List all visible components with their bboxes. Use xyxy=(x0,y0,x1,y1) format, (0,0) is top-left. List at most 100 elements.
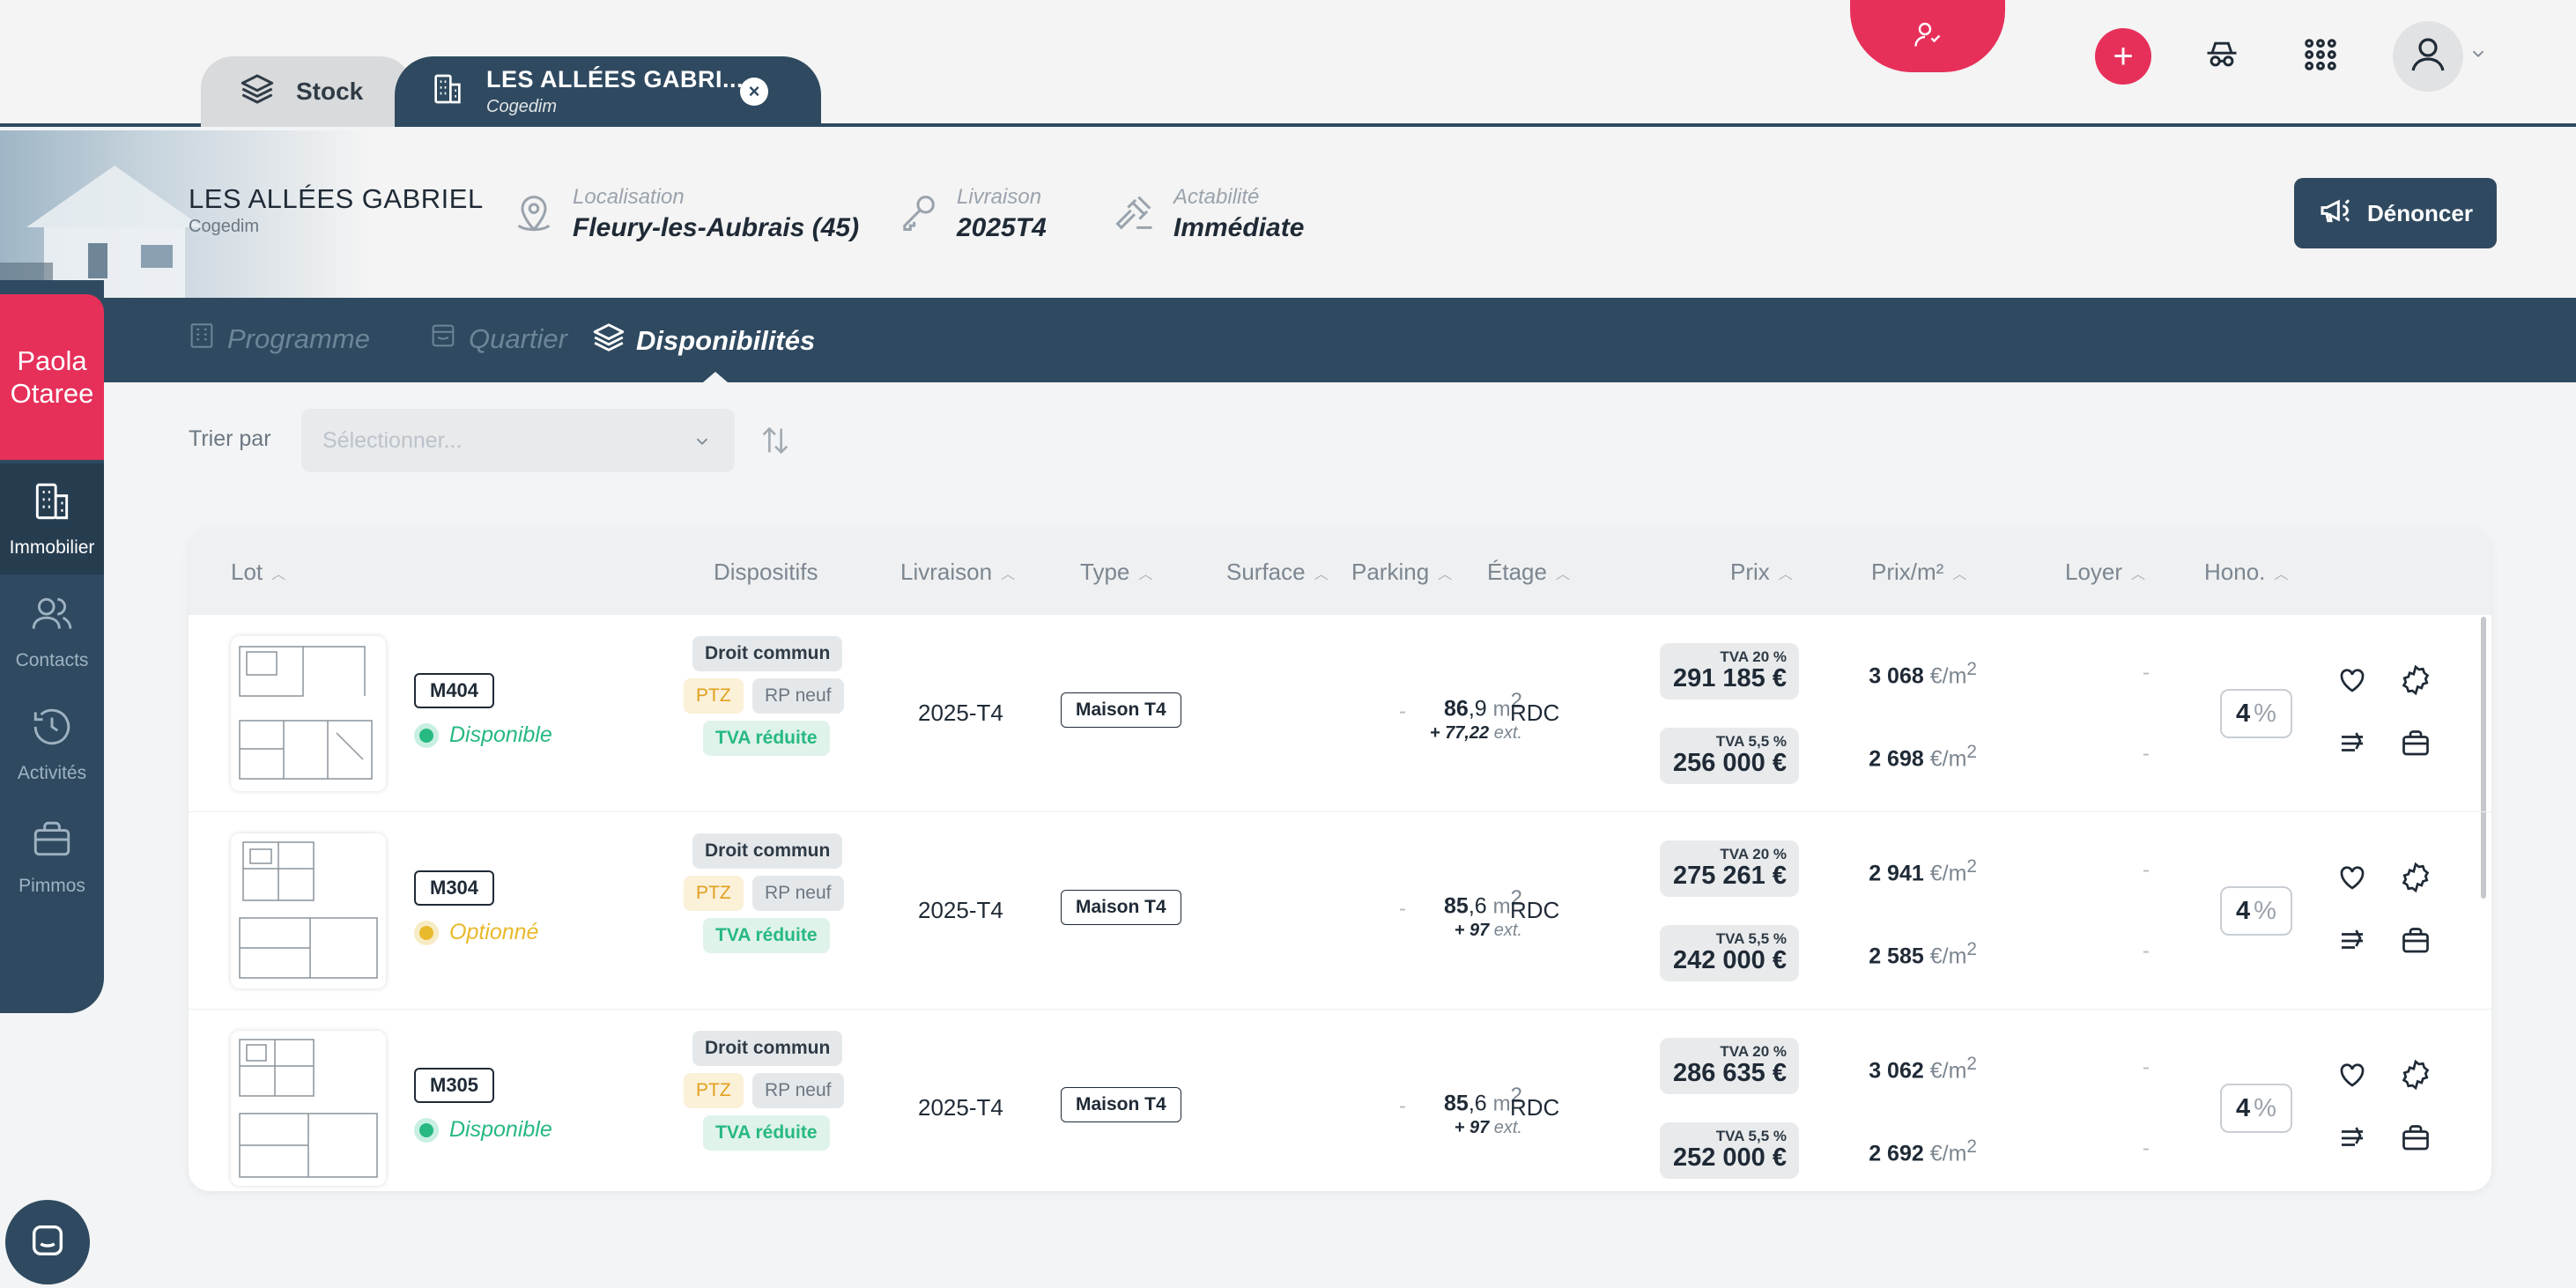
add-button[interactable]: + xyxy=(2095,28,2151,85)
table-row[interactable]: M304 Optionné Droit commun PTZ RP neuf T… xyxy=(189,812,2491,1010)
sidebar-item-activites[interactable]: Activités xyxy=(0,689,104,800)
tab-disponibilites[interactable]: Disponibilités xyxy=(592,321,815,361)
building-icon xyxy=(30,479,74,529)
hono-number: 4 xyxy=(2236,1093,2251,1122)
floor-plan-thumbnail[interactable] xyxy=(231,636,386,791)
livraison-value: 2025T4 xyxy=(957,213,1047,242)
ppm-unit: €/m xyxy=(1929,1141,1967,1166)
tab-quartier[interactable]: Quartier xyxy=(428,321,567,358)
user-chip[interactable]: Paola Otaree xyxy=(0,294,104,460)
sort-caret-icon: ︿ xyxy=(1001,566,1016,582)
sort-select[interactable]: Sélectionner... xyxy=(301,409,735,472)
location-icon xyxy=(511,189,557,240)
price-tva55: TVA 5,5 % 252 000 € xyxy=(1660,1122,1799,1179)
briefcase-icon xyxy=(30,818,74,867)
key-icon xyxy=(895,189,941,240)
price-per-m2: 3 062 €/m2 xyxy=(1869,1054,1977,1084)
dispositif-ptz: PTZ xyxy=(684,876,744,911)
column-livraison[interactable]: Livraison ︿ xyxy=(900,559,1015,586)
sort-caret-icon: ︿ xyxy=(1952,566,1967,582)
chat-button[interactable] xyxy=(5,1200,90,1284)
sort-caret-icon: ︿ xyxy=(1555,566,1570,582)
tva-label: TVA 5,5 % xyxy=(1715,930,1787,947)
hono-value[interactable]: 4% xyxy=(2220,886,2292,936)
hono-value[interactable]: 4% xyxy=(2220,689,2292,738)
column-prix[interactable]: Prix ︿ xyxy=(1730,559,1793,586)
heart-icon xyxy=(2336,664,2368,700)
apps-button[interactable] xyxy=(2296,32,2345,81)
ppm-value: 3 062 xyxy=(1869,1058,1924,1084)
tva-label: TVA 5,5 % xyxy=(1715,733,1787,750)
actabilite-info: Actabilité Immédiate xyxy=(1112,185,1304,243)
ppm-unit: €/m xyxy=(1929,746,1967,772)
close-tab-button[interactable]: × xyxy=(740,78,768,106)
floor-plan-thumbnail[interactable] xyxy=(231,1031,386,1186)
sort-caret-icon: ︿ xyxy=(2131,566,2146,582)
dispositif-ptz: PTZ xyxy=(684,1073,744,1108)
user-avatar[interactable] xyxy=(2393,21,2463,92)
column-loyer-label: Loyer xyxy=(2065,559,2123,585)
chevron-down-icon[interactable] xyxy=(2469,44,2488,68)
tab-program-title: LES ALLÉES GABRI... xyxy=(486,66,744,93)
contact-switch-button[interactable] xyxy=(1850,0,2005,72)
table-row[interactable]: M305 Disponible Droit commun PTZ RP neuf… xyxy=(189,1010,2491,1191)
tab-programme[interactable]: Programme xyxy=(187,321,370,358)
option-button[interactable] xyxy=(2398,1059,2433,1094)
price-tva20: TVA 20 % 291 185 € xyxy=(1660,643,1799,700)
active-tab-indicator xyxy=(703,372,728,382)
tab-program[interactable]: LES ALLÉES GABRI... Cogedim × xyxy=(395,56,821,127)
column-parking[interactable]: Parking ︿ xyxy=(1351,559,1452,586)
denoncer-button[interactable]: Dénoncer xyxy=(2294,178,2497,248)
surface-dec: ,6 xyxy=(1468,893,1487,919)
column-dispositifs: Dispositifs xyxy=(714,559,818,586)
badge-check-icon xyxy=(2400,664,2432,700)
option-button[interactable] xyxy=(2398,664,2433,700)
hono-value[interactable]: 4% xyxy=(2220,1084,2292,1133)
column-type[interactable]: Type ︿ xyxy=(1080,559,1152,586)
favorite-button[interactable] xyxy=(2335,664,2370,700)
add-to-pimmos-button[interactable] xyxy=(2398,925,2433,960)
chevron-down-icon xyxy=(692,432,712,457)
tab-stock[interactable]: Stock xyxy=(201,56,412,127)
briefcase-icon xyxy=(2400,1122,2432,1158)
floor-plan-thumbnail[interactable] xyxy=(231,833,386,988)
parking-value: - xyxy=(1399,1094,1406,1118)
favorite-button[interactable] xyxy=(2335,1059,2370,1094)
incognito-button[interactable] xyxy=(2197,32,2247,81)
add-to-pimmos-button[interactable] xyxy=(2398,728,2433,763)
megaphone-icon xyxy=(2318,193,2353,234)
column-loyer[interactable]: Loyer ︿ xyxy=(2065,559,2145,586)
option-button[interactable] xyxy=(2398,862,2433,897)
surface-int: 85 xyxy=(1444,893,1469,919)
sidebar-item-immobilier[interactable]: Immobilier xyxy=(0,463,104,574)
price-per-m2: 2 941 €/m2 xyxy=(1869,856,1977,886)
compare-button[interactable] xyxy=(2335,1122,2370,1158)
hono-number: 4 xyxy=(2236,699,2251,728)
dispositif-droit-commun: Droit commun xyxy=(692,1031,843,1066)
column-prix-m2[interactable]: Prix/m² ︿ xyxy=(1871,559,1966,586)
filter-lines-icon xyxy=(2336,925,2368,961)
column-surface-label: Surface xyxy=(1226,559,1306,585)
tab-programme-label: Programme xyxy=(227,323,370,354)
compare-button[interactable] xyxy=(2335,728,2370,763)
column-surface[interactable]: Surface ︿ xyxy=(1226,559,1329,586)
hono-unit: % xyxy=(2254,896,2276,925)
sort-direction-icon[interactable] xyxy=(758,423,793,463)
compare-button[interactable] xyxy=(2335,925,2370,960)
column-lot[interactable]: Lot ︿ xyxy=(231,559,285,586)
price-amount: 242 000 € xyxy=(1672,946,1787,974)
parking-value: - xyxy=(1399,700,1406,723)
sort-caret-icon: ︿ xyxy=(1138,566,1153,582)
favorite-button[interactable] xyxy=(2335,862,2370,897)
user-icon xyxy=(2407,33,2449,80)
sidebar-item-contacts[interactable]: Contacts xyxy=(0,576,104,687)
add-to-pimmos-button[interactable] xyxy=(2398,1122,2433,1158)
hono-unit: % xyxy=(2254,699,2276,728)
sidebar-item-pimmos[interactable]: Pimmos xyxy=(0,802,104,913)
column-etage[interactable]: Étage ︿ xyxy=(1487,559,1570,586)
status-label: Disponible xyxy=(449,722,552,747)
type-badge: Maison T4 xyxy=(1061,1087,1181,1122)
ppm-value: 2 585 xyxy=(1869,944,1924,969)
column-hono[interactable]: Hono. ︿ xyxy=(2204,559,2288,586)
table-row[interactable]: M404 Disponible Droit commun PTZ RP neuf… xyxy=(189,615,2491,812)
